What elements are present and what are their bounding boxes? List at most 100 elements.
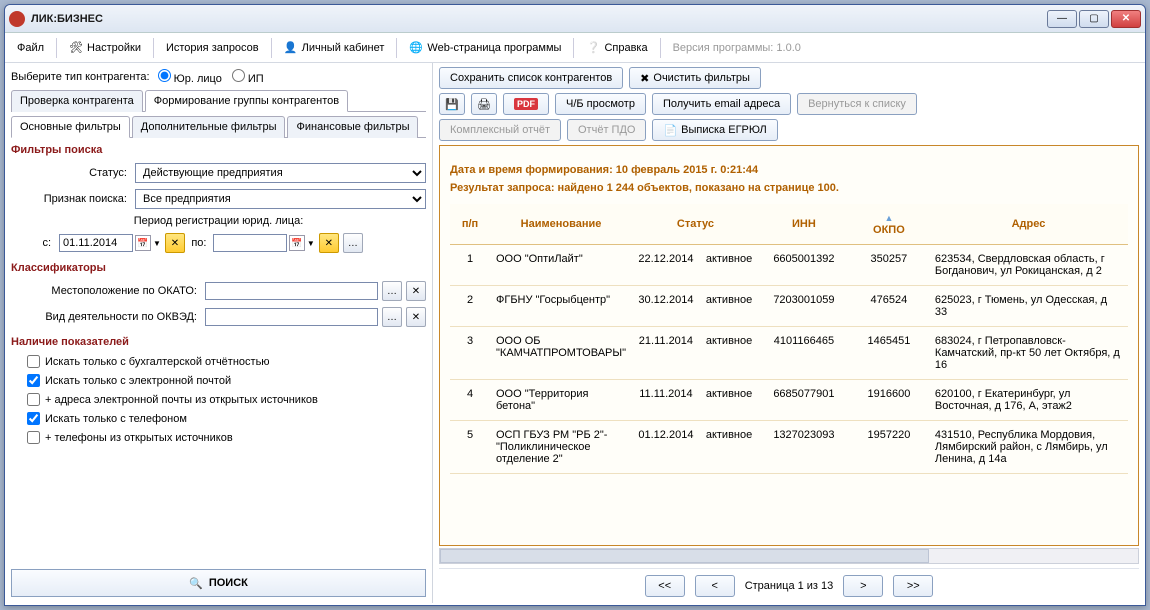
pdf-button[interactable]: PDF: [503, 93, 549, 115]
status-select[interactable]: Действующие предприятия: [135, 163, 426, 183]
help-icon: ❔: [586, 41, 600, 55]
period-more-button[interactable]: …: [343, 233, 363, 253]
save-list-button[interactable]: Сохранить список контрагентов: [439, 67, 623, 89]
col-name[interactable]: Наименование: [490, 204, 632, 245]
col-okpo[interactable]: ▲ОКПО: [849, 204, 929, 245]
col-status[interactable]: Статус: [632, 204, 759, 245]
tab-extra-filters[interactable]: Дополнительные фильтры: [132, 116, 286, 138]
complex-report-button[interactable]: Комплексный отчёт: [439, 119, 561, 141]
clear-filters-button[interactable]: ✖Очистить фильтры: [629, 67, 761, 89]
table-row[interactable]: 3ООО ОБ "КАМЧАТПРОМТОВАРЫ"21.11.2014акти…: [450, 327, 1128, 380]
calendar-to-icon[interactable]: 📅: [289, 235, 305, 251]
period-label: Период регистрации юрид. лица:: [134, 215, 304, 227]
cell-inn: 4101166465: [759, 327, 849, 380]
report-area[interactable]: Дата и время формирования: 10 февраль 20…: [439, 145, 1139, 546]
cell-inn: 1327023093: [759, 421, 849, 474]
check-phone-open[interactable]: + телефоны из открытых источников: [27, 431, 426, 444]
menu-webpage[interactable]: 🌐 Web-страница программы: [403, 38, 567, 58]
check-accounting[interactable]: Искать только с бухгалтерской отчётность…: [27, 355, 426, 368]
cell-date: 22.12.2014: [632, 245, 700, 286]
pager: << < Страница 1 из 13 > >>: [439, 568, 1139, 599]
okved-input[interactable]: [205, 308, 378, 326]
tab-group[interactable]: Формирование группы контрагентов: [145, 90, 348, 112]
app-window: ЛИК:БИЗНЕС — ▢ ✕ Файл 🛠 Настройки Истори…: [4, 4, 1146, 606]
horizontal-scrollbar[interactable]: [439, 548, 1139, 564]
okato-browse-button[interactable]: …: [382, 281, 402, 301]
date-to-input[interactable]: [213, 234, 287, 252]
section-classifiers: Классификаторы: [11, 262, 426, 274]
menu-settings[interactable]: 🛠 Настройки: [63, 38, 147, 58]
pager-next[interactable]: >: [843, 575, 883, 597]
status-label: Статус:: [11, 167, 131, 179]
col-addr[interactable]: Адрес: [929, 204, 1128, 245]
table-row[interactable]: 2ФГБНУ "Госрыбцентр"30.12.2014активное72…: [450, 286, 1128, 327]
col-inn[interactable]: ИНН: [759, 204, 849, 245]
okato-clear-button[interactable]: ✕: [406, 281, 426, 301]
cell-status: активное: [700, 327, 759, 380]
person-icon: 👤: [284, 41, 298, 55]
menu-file[interactable]: Файл: [11, 39, 50, 57]
filter-tabs: Основные фильтры Дополнительные фильтры …: [11, 115, 426, 138]
report-result: Результат запроса: найдено 1 244 объекто…: [450, 182, 1128, 194]
egrul-button[interactable]: 📄Выписка ЕГРЮЛ: [652, 119, 777, 141]
cell-inn: 7203001059: [759, 286, 849, 327]
sign-select[interactable]: Все предприятия: [135, 189, 426, 209]
cell-status: активное: [700, 421, 759, 474]
cell-pp: 4: [450, 380, 490, 421]
minimize-button[interactable]: —: [1047, 10, 1077, 28]
back-to-list-button[interactable]: Вернуться к списку: [797, 93, 917, 115]
bw-preview-button[interactable]: Ч/Б просмотр: [555, 93, 646, 115]
print-icon-button[interactable]: 🖨: [471, 93, 497, 115]
cell-pp: 3: [450, 327, 490, 380]
check-phone[interactable]: Искать только с телефоном: [27, 412, 426, 425]
okved-browse-button[interactable]: …: [382, 307, 402, 327]
cell-okpo: 1957220: [849, 421, 929, 474]
cell-pp: 2: [450, 286, 490, 327]
save-icon-button[interactable]: 💾: [439, 93, 465, 115]
tab-main-filters[interactable]: Основные фильтры: [11, 116, 130, 138]
cell-name: ООО ОБ "КАМЧАТПРОМТОВАРЫ": [490, 327, 632, 380]
cell-date: 30.12.2014: [632, 286, 700, 327]
col-pp[interactable]: п/п: [450, 204, 490, 245]
sign-label: Признак поиска:: [11, 193, 131, 205]
cell-status: активное: [700, 286, 759, 327]
menu-help[interactable]: ❔ Справка: [580, 38, 653, 58]
radio-ip[interactable]: ИП: [232, 69, 264, 85]
table-row[interactable]: 5ОСП ГБУЗ РМ "РБ 2"-"Поликлиническое отд…: [450, 421, 1128, 474]
right-pane: Сохранить список контрагентов ✖Очистить …: [433, 63, 1145, 603]
pager-prev[interactable]: <: [695, 575, 735, 597]
close-button[interactable]: ✕: [1111, 10, 1141, 28]
tab-fin-filters[interactable]: Финансовые фильтры: [287, 116, 418, 138]
cell-name: ООО "ОптиЛайт": [490, 245, 632, 286]
sort-up-icon: ▲: [884, 213, 893, 223]
check-email[interactable]: Искать только с электронной почтой: [27, 374, 426, 387]
clear-from-button[interactable]: ✕: [165, 233, 185, 253]
search-button[interactable]: 🔍 ПОИСК: [11, 569, 426, 597]
pdo-report-button[interactable]: Отчёт ПДО: [567, 119, 646, 141]
table-row[interactable]: 1ООО "ОптиЛайт"22.12.2014активное6605001…: [450, 245, 1128, 286]
from-label: с:: [11, 237, 55, 249]
check-email-open[interactable]: + адреса электронной почты из открытых и…: [27, 393, 426, 406]
cell-pp: 5: [450, 421, 490, 474]
menu-account[interactable]: 👤 Личный кабинет: [278, 38, 391, 58]
pager-first[interactable]: <<: [645, 575, 685, 597]
okato-input[interactable]: [205, 282, 378, 300]
get-emails-button[interactable]: Получить email адреса: [652, 93, 791, 115]
table-row[interactable]: 4ООО "Территория бетона"11.11.2014активн…: [450, 380, 1128, 421]
radio-legal[interactable]: Юр. лицо: [158, 69, 222, 85]
section-search-filters: Фильтры поиска: [11, 144, 426, 156]
maximize-button[interactable]: ▢: [1079, 10, 1109, 28]
cell-addr: 620100, г Екатеринбург, ул Восточная, д …: [929, 380, 1128, 421]
window-title: ЛИК:БИЗНЕС: [31, 13, 1045, 25]
menubar: Файл 🛠 Настройки История запросов 👤 Личн…: [5, 33, 1145, 63]
left-pane: Выберите тип контрагента: Юр. лицо ИП Пр…: [5, 63, 433, 603]
calendar-from-icon[interactable]: 📅: [135, 235, 151, 251]
okved-clear-button[interactable]: ✕: [406, 307, 426, 327]
cell-status: активное: [700, 245, 759, 286]
clear-to-button[interactable]: ✕: [319, 233, 339, 253]
menu-history[interactable]: История запросов: [160, 39, 265, 57]
pager-last[interactable]: >>: [893, 575, 933, 597]
tab-check[interactable]: Проверка контрагента: [11, 90, 143, 112]
date-from-input[interactable]: [59, 234, 133, 252]
cell-okpo: 476524: [849, 286, 929, 327]
